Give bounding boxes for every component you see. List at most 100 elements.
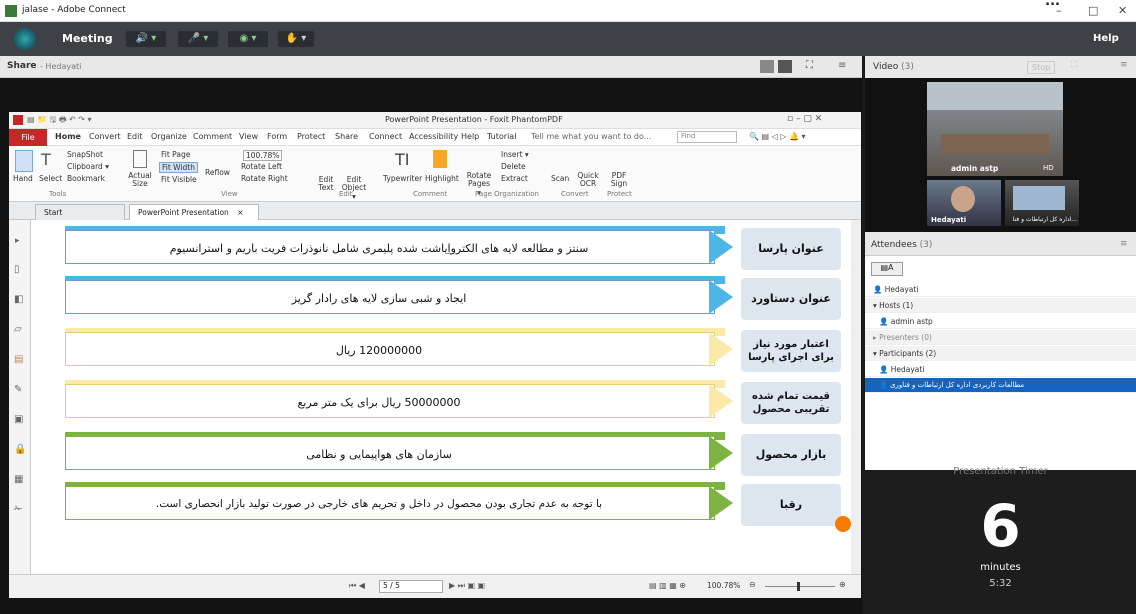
tab-protect[interactable]: Protect: [297, 132, 325, 141]
fit-icon[interactable]: ⛶: [806, 60, 813, 71]
zoom-out-icon[interactable]: ⊖: [749, 580, 756, 589]
comments-icon[interactable]: ▤: [14, 354, 23, 365]
help-menu[interactable]: Help: [1093, 33, 1119, 44]
tab-comment[interactable]: Comment: [193, 132, 232, 141]
foxit-assist-icon[interactable]: [835, 516, 851, 532]
speaker-button[interactable]: 🔊 ▾: [126, 31, 166, 47]
fullscreen-icon[interactable]: [778, 60, 792, 73]
vertical-scrollbar[interactable]: [851, 220, 861, 574]
extract-button[interactable]: Extract: [501, 174, 528, 183]
scan-button[interactable]: Scan: [551, 174, 569, 183]
highlight-icon[interactable]: [433, 150, 447, 168]
attachment-icon[interactable]: ✎: [14, 384, 22, 395]
tab-home[interactable]: Home: [55, 132, 81, 141]
video-tile-ict: ...اداره کل ارتباطات و فنا: [1005, 180, 1079, 226]
typewriter-button[interactable]: Typewriter: [383, 174, 422, 183]
rotate-left-button[interactable]: Rotate Left: [241, 162, 282, 171]
first-prev-page-icons[interactable]: ⏮ ◀: [349, 581, 365, 591]
zoom-slider-thumb[interactable]: [797, 582, 800, 591]
close-tab-icon[interactable]: ×: [237, 208, 243, 217]
collapse-arrow-icon[interactable]: ▸: [15, 236, 20, 246]
stop-video-button[interactable]: Stop: [1027, 61, 1056, 74]
tab-share[interactable]: Share: [335, 132, 358, 141]
tab-accessibility[interactable]: Accessibility: [409, 132, 458, 141]
signature-icon[interactable]: ▣: [14, 414, 23, 425]
select-tool-icon[interactable]: T: [41, 150, 51, 169]
raise-hand-button[interactable]: ✋ ▾: [278, 31, 314, 47]
typewriter-icon[interactable]: TI: [395, 150, 410, 169]
zoom-select[interactable]: 100.78%: [243, 150, 283, 161]
tab-tutorial[interactable]: Tutorial: [487, 132, 516, 141]
slide-row: سنتز و مطالعه لایه های الکترواِیاشت شده …: [65, 226, 845, 270]
view-mode-icons[interactable]: ▤ ▥ ▦ ⊕: [649, 581, 686, 590]
layout-icon[interactable]: [760, 60, 774, 73]
webcam-button[interactable]: ◉ ▾: [228, 31, 268, 47]
zoom-slider[interactable]: [765, 586, 835, 587]
meeting-menu[interactable]: Meeting: [62, 32, 113, 45]
tab-help[interactable]: Help: [461, 132, 479, 141]
connect-menubar: Meeting 🔊 ▾ 🎤 ▾ ◉ ▾ ✋ ▾ Help: [0, 22, 1136, 56]
tab-view[interactable]: View: [239, 132, 258, 141]
insert-button[interactable]: Insert ▾: [501, 150, 529, 159]
hand-tool-icon[interactable]: [15, 150, 33, 172]
tab-convert[interactable]: Convert: [89, 132, 121, 141]
attendees-menu-icon[interactable]: ≡: [1120, 239, 1128, 249]
tell-me-search[interactable]: Tell me what you want to do...: [531, 132, 651, 141]
participant-row-selected[interactable]: 👤 مطالعات کاربردی اداره کل ارتباطات و فن…: [865, 378, 1136, 393]
fit-visible-button[interactable]: Fit Visible: [161, 175, 197, 184]
presenters-section[interactable]: ▸ Presenters (0): [865, 330, 1136, 345]
layers-icon[interactable]: ▱: [14, 324, 22, 335]
foxit-title: PowerPoint Presentation - Foxit PhantomP…: [385, 115, 563, 124]
find-input[interactable]: Find: [677, 131, 737, 143]
edit-text-button[interactable]: Edit Text: [315, 175, 337, 193]
fit-page-button[interactable]: Fit Page: [161, 150, 190, 159]
participant-row[interactable]: 👤 Hedayati: [865, 362, 1136, 377]
pages-icon[interactable]: ▯: [14, 264, 20, 275]
fit-width-button[interactable]: Fit Width: [159, 162, 198, 173]
foxit-window-controls[interactable]: ▫ – ▢ ✕: [787, 114, 822, 124]
bookmarks-icon[interactable]: ◧: [14, 294, 23, 305]
select-label[interactable]: Select: [39, 174, 62, 183]
snapshot-button[interactable]: SnapShot: [67, 150, 103, 159]
security-icon[interactable]: 🔒: [14, 444, 26, 455]
bookmark-button[interactable]: Bookmark: [67, 174, 105, 183]
view-toggle-icon[interactable]: ▤A: [871, 262, 903, 276]
adobe-connect-logo: [14, 28, 36, 50]
hand-label[interactable]: Hand: [13, 174, 33, 183]
host-row[interactable]: 👤 admin astp: [865, 314, 1136, 329]
participants-section[interactable]: ▾ Participants (2): [865, 346, 1136, 361]
video-menu-icon[interactable]: ≡: [1120, 60, 1128, 70]
slide-row: 50000000 ریال برای یک متر مربع قیمت تمام…: [65, 380, 845, 424]
hosts-section[interactable]: ▾ Hosts (1): [865, 298, 1136, 313]
doc-tab-start[interactable]: Start: [35, 204, 125, 220]
video-layout-icon[interactable]: ⛶: [1071, 60, 1077, 70]
tab-organize[interactable]: Organize: [151, 132, 187, 141]
close-button[interactable]: ✕: [1118, 4, 1127, 17]
rotate-right-button[interactable]: Rotate Right: [241, 174, 288, 183]
app-icon: [5, 5, 17, 17]
quick-access-icons[interactable]: ▤ 📁 🖫 🖶 ↶ ↷ ▾: [27, 114, 92, 128]
tab-connect[interactable]: Connect: [369, 132, 402, 141]
delete-button[interactable]: Delete: [501, 162, 526, 171]
content-icon[interactable]: ▦: [14, 474, 23, 485]
tags-icon[interactable]: ✁: [14, 504, 22, 515]
highlight-button[interactable]: Highlight: [425, 174, 459, 183]
current-user-row[interactable]: 👤 Hedayati: [865, 282, 1136, 297]
clipboard-button[interactable]: Clipboard ▾: [67, 162, 109, 171]
actual-size-icon[interactable]: [133, 150, 147, 168]
page-number-input[interactable]: 5 / 5: [379, 580, 443, 593]
pdf-sign-button[interactable]: PDF Sign: [609, 171, 629, 189]
doc-tab-presentation[interactable]: PowerPoint Presentation ×: [129, 204, 259, 220]
next-last-page-icons[interactable]: ▶ ⏭ ▣ ▣: [449, 581, 485, 591]
quick-ocr-button[interactable]: Quick OCR: [577, 171, 599, 189]
maximize-button[interactable]: □: [1088, 4, 1098, 17]
tab-edit[interactable]: Edit: [127, 132, 143, 141]
tab-file[interactable]: File: [9, 129, 47, 146]
zoom-in-icon[interactable]: ⊕: [839, 580, 846, 589]
reflow-button[interactable]: Reflow: [205, 168, 230, 177]
tab-form[interactable]: Form: [267, 132, 287, 141]
toolbar-right-icons[interactable]: 🔍 ▤ ◁ ▷ 🔔 ▾: [749, 132, 806, 141]
microphone-button[interactable]: 🎤 ▾: [178, 31, 218, 47]
actual-size-label[interactable]: Actual Size: [125, 171, 155, 189]
pod-menu-icon[interactable]: ≡: [838, 60, 846, 71]
